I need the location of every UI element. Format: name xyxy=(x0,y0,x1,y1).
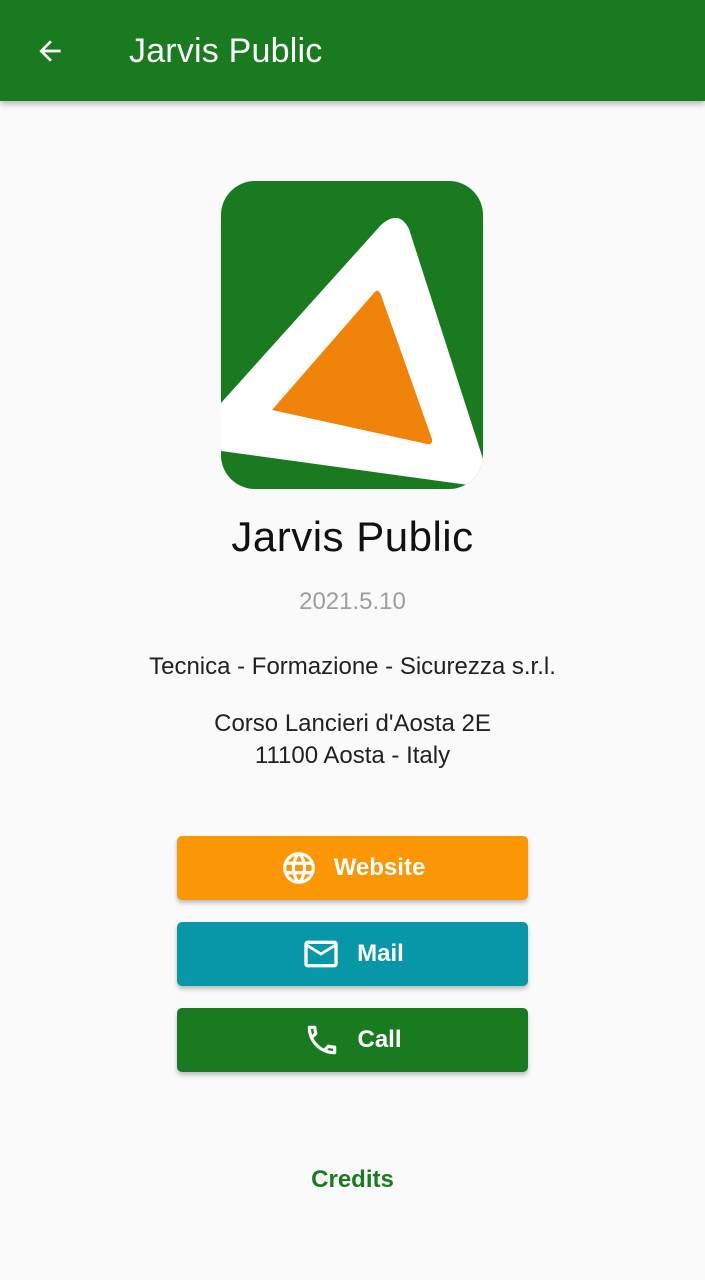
back-button[interactable] xyxy=(22,25,78,77)
website-button[interactable]: Website xyxy=(177,836,528,900)
app-logo xyxy=(221,181,483,489)
call-button-label: Call xyxy=(357,1026,402,1053)
app-bar: Jarvis Public xyxy=(0,0,705,101)
company-address: Corso Lancieri d'Aosta 2E 11100 Aosta - … xyxy=(0,708,705,772)
mail-button[interactable]: Mail xyxy=(177,922,528,986)
app-name: Jarvis Public xyxy=(231,513,474,560)
jarvis-logo-icon xyxy=(221,181,483,489)
phone-icon xyxy=(303,1021,341,1059)
app-version: 2021.5.10 xyxy=(299,588,406,615)
arrow-left-icon xyxy=(39,40,61,62)
company-name: Tecnica - Formazione - Sicurezza s.r.l. xyxy=(149,653,556,680)
credits-button[interactable]: Credits xyxy=(301,1164,404,1196)
globe-icon xyxy=(280,849,318,887)
app-bar-title: Jarvis Public xyxy=(129,32,323,70)
credits-section: Credits xyxy=(0,1164,705,1196)
address-line-1: Corso Lancieri d'Aosta 2E xyxy=(214,710,491,737)
website-button-label: Website xyxy=(333,854,426,881)
call-button[interactable]: Call xyxy=(177,1008,528,1072)
mail-icon xyxy=(301,934,341,974)
mail-button-label: Mail xyxy=(357,940,404,967)
address-line-2: 11100 Aosta - Italy xyxy=(254,742,451,769)
